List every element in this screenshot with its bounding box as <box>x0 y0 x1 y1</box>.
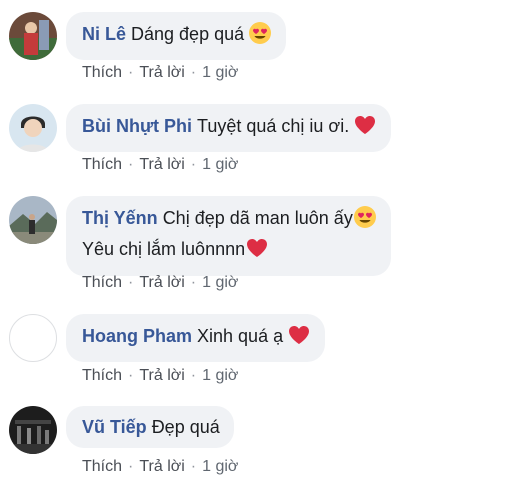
comment-author-link[interactable]: Ni Lê <box>82 24 126 44</box>
separator-dot: · <box>128 64 134 81</box>
avatar[interactable] <box>9 196 57 244</box>
heart-eyes-emoji-icon <box>353 205 377 236</box>
like-link[interactable]: Thích <box>82 367 122 384</box>
like-link[interactable]: Thích <box>82 64 122 81</box>
avatar[interactable] <box>9 406 57 454</box>
comment-text: Xinh quá ạ <box>197 326 284 346</box>
comment-author-link[interactable]: Hoang Pham <box>82 326 192 346</box>
comment-text: Đẹp quá <box>151 417 220 437</box>
comment-line: Yêu chị lắm luônnnn <box>82 236 377 267</box>
comment-timestamp[interactable]: 1 giờ <box>202 458 238 475</box>
comment-actions: Thích · Trả lời · 1 giờ <box>82 457 238 477</box>
red-heart-emoji-icon <box>353 113 377 143</box>
reply-link[interactable]: Trả lời <box>139 64 184 81</box>
comment-line: Thị Yếnn Chị đẹp dã man luôn ấy <box>82 205 377 236</box>
separator-dot: · <box>190 274 197 291</box>
comment-bubble: Thị Yếnn Chị đẹp dã man luôn ấy Yêu chị l… <box>66 196 391 276</box>
separator-dot: · <box>128 274 134 291</box>
comment-timestamp[interactable]: 1 giờ <box>202 156 238 173</box>
comment-actions: Thích · Trả lời · 1 giờ <box>82 366 238 386</box>
reply-link[interactable]: Trả lời <box>139 274 184 291</box>
separator-dot: · <box>128 156 134 173</box>
comment-text: Dáng đẹp quá <box>131 24 245 44</box>
comment-text: Tuyệt quá chị iu ơi. <box>197 116 350 136</box>
comment-bubble: Hoang Pham Xinh quá ạ <box>66 314 326 362</box>
avatar[interactable] <box>9 12 57 60</box>
comment-bubble: Ni Lê Dáng đẹp quá <box>66 12 287 60</box>
like-link[interactable]: Thích <box>82 156 122 173</box>
like-link[interactable]: Thích <box>82 274 122 291</box>
reply-link[interactable]: Trả lời <box>139 156 184 173</box>
comment-author-link[interactable]: Bùi Nhựt Phi <box>82 116 192 136</box>
comment-actions: Thích · Trả lời · 1 giờ <box>82 155 238 175</box>
red-heart-emoji-icon <box>245 236 269 267</box>
comment-timestamp[interactable]: 1 giờ <box>202 274 238 291</box>
comment-timestamp[interactable]: 1 giờ <box>202 64 238 81</box>
comment-actions: Thích · Trả lời · 1 giờ <box>82 63 238 83</box>
separator-dot: · <box>190 64 197 81</box>
like-link[interactable]: Thích <box>82 458 122 475</box>
comment-text: Yêu chị lắm luônnnn <box>82 239 246 259</box>
comment-author-link[interactable]: Vũ Tiếp <box>82 417 147 437</box>
separator-dot: · <box>128 458 134 475</box>
reply-link[interactable]: Trả lời <box>139 458 184 475</box>
avatar[interactable] <box>9 314 57 362</box>
comment-bubble: Bùi Nhựt Phi Tuyệt quá chị iu ơi. <box>66 104 392 152</box>
separator-dot: · <box>190 458 197 475</box>
avatar[interactable] <box>9 104 57 152</box>
comment-bubble: Vũ Tiếp Đẹp quá <box>66 406 234 448</box>
comment-text: Chị đẹp dã man luôn ấy <box>162 208 353 228</box>
heart-eyes-emoji-icon <box>248 21 272 51</box>
reply-link[interactable]: Trả lời <box>139 367 184 384</box>
separator-dot: · <box>128 367 134 384</box>
comment-author-link[interactable]: Thị Yếnn <box>82 208 158 228</box>
comment-actions: Thích · Trả lời · 1 giờ <box>82 273 238 293</box>
separator-dot: · <box>190 156 197 173</box>
red-heart-emoji-icon <box>287 323 311 353</box>
comment-timestamp[interactable]: 1 giờ <box>202 367 238 384</box>
separator-dot: · <box>190 367 197 384</box>
